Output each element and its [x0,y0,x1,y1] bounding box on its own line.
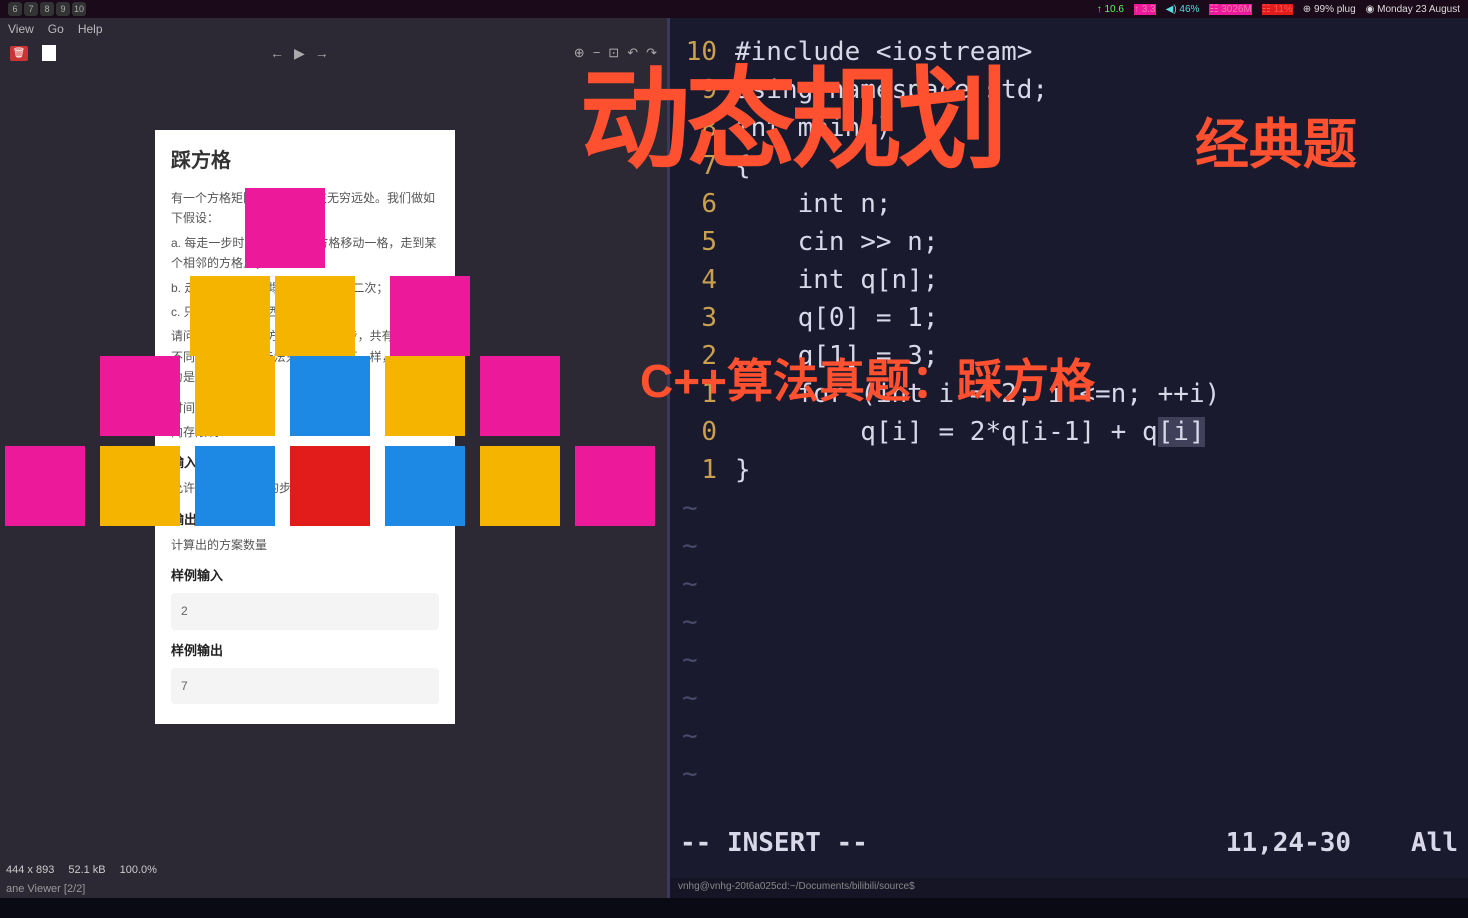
sample-output-heading: 样例输出 [171,640,439,662]
image-dimensions: 444 x 893 [6,864,54,878]
deco-square [480,446,560,526]
workspace-10[interactable]: 10 [72,2,86,16]
empty-line-tilde: ~ [670,755,1468,793]
nav-play-icon[interactable]: ▶ [294,45,305,62]
line-number: 5 [670,223,735,261]
empty-line-tilde: ~ [670,565,1468,603]
net-down-stat: ↑ 3.3 [1134,4,1156,15]
empty-line-tilde: ~ [670,641,1468,679]
empty-line-tilde: ~ [670,717,1468,755]
code-line: q[0] = 1; [735,299,1468,337]
empty-line-tilde: ~ [670,527,1468,565]
date-stat: ◉ Monday 23 August [1366,4,1460,15]
deco-square [275,276,355,356]
empty-line-tilde: ~ [670,603,1468,641]
sample-input-box: 2 [171,593,439,629]
workspace-6[interactable]: 6 [8,2,22,16]
line-number: 1 [670,451,735,489]
menu-bar: View Go Help [0,18,667,40]
deco-square [385,446,465,526]
terminal-prompt: vnhg@vnhg-20t6a025cd:~/Documents/bilibil… [670,878,1468,898]
cpu-stat: ☷ 11% [1262,4,1293,15]
mem-stat: ☷ 3026M [1209,4,1251,15]
file-icon[interactable] [40,44,58,62]
nav-back-icon[interactable]: ← [270,45,284,62]
scroll-indicator: All [1411,828,1458,858]
workspace-9[interactable]: 9 [56,2,70,16]
deco-square [195,446,275,526]
deco-square [385,356,465,436]
output-desc: 计算出的方案数量 [171,535,439,555]
workspace-switcher: 6 7 8 9 10 [8,2,86,16]
vim-status-line: -- INSERT -- 11,24-30 All [670,828,1468,858]
deco-square [575,446,655,526]
deco-square [5,446,85,526]
overlay-title-main: 动态规划 [580,30,1004,190]
nav-forward-icon[interactable]: → [315,45,329,62]
net-up-stat: ↑ 10.6 [1097,4,1124,15]
status-tray: ↑ 10.6 ↑ 3.3 ◀) 46% ☷ 3026M ☷ 11% ⊕ 99% … [1097,4,1460,15]
code-line: cin >> n; [735,223,1468,261]
image-filesize: 52.1 kB [68,864,105,878]
overlay-title-cpp: C++算法真题：踩方格 [640,345,1095,411]
toolbar: 🗑 ← ▶ → ⊕ − ⊡ ↶ ↷ [0,40,667,66]
sample-input-heading: 样例输入 [171,565,439,587]
zoom-level: 100.0% [120,864,157,878]
menu-view[interactable]: View [8,22,34,36]
deco-square [290,356,370,436]
trash-icon[interactable]: 🗑 [10,44,28,62]
viewer-title: ane Viewer [2/2] [0,882,91,898]
workspace-7[interactable]: 7 [24,2,38,16]
deco-square [195,356,275,436]
code-line: int q[n]; [735,261,1468,299]
line-number: 3 [670,299,735,337]
deco-square [100,446,180,526]
line-number: 6 [670,185,735,223]
empty-line-tilde: ~ [670,679,1468,717]
system-top-bar: 6 7 8 9 10 ↑ 10.6 ↑ 3.3 ◀) 46% ☷ 3026M ☷… [0,0,1468,18]
empty-line-tilde: ~ [670,489,1468,527]
code-line: int n; [735,185,1468,223]
code-line: q[i] = 2*q[i-1] + q[i] [735,413,1468,451]
deco-square [245,188,325,268]
problem-title: 踩方格 [171,144,439,178]
sample-output-box: 7 [171,668,439,704]
line-number: 0 [670,413,735,451]
workspace-8[interactable]: 8 [40,2,54,16]
cursor-position: 11,24-30 [1226,828,1351,858]
code-line: } [735,451,1468,489]
battery-stat: ⊕ 99% plug [1303,4,1356,15]
vim-mode: -- INSERT -- [680,828,868,858]
deco-square [390,276,470,356]
deco-square [190,276,270,356]
deco-square [100,356,180,436]
volume-stat: ◀) 46% [1166,4,1200,15]
deco-square [480,356,560,436]
menu-go[interactable]: Go [48,22,64,36]
menu-help[interactable]: Help [78,22,103,36]
overlay-title-sub: 经典题 [1195,100,1357,179]
line-number: 4 [670,261,735,299]
deco-square [290,446,370,526]
viewer-status-bar: 444 x 893 52.1 kB 100.0% [0,862,163,880]
